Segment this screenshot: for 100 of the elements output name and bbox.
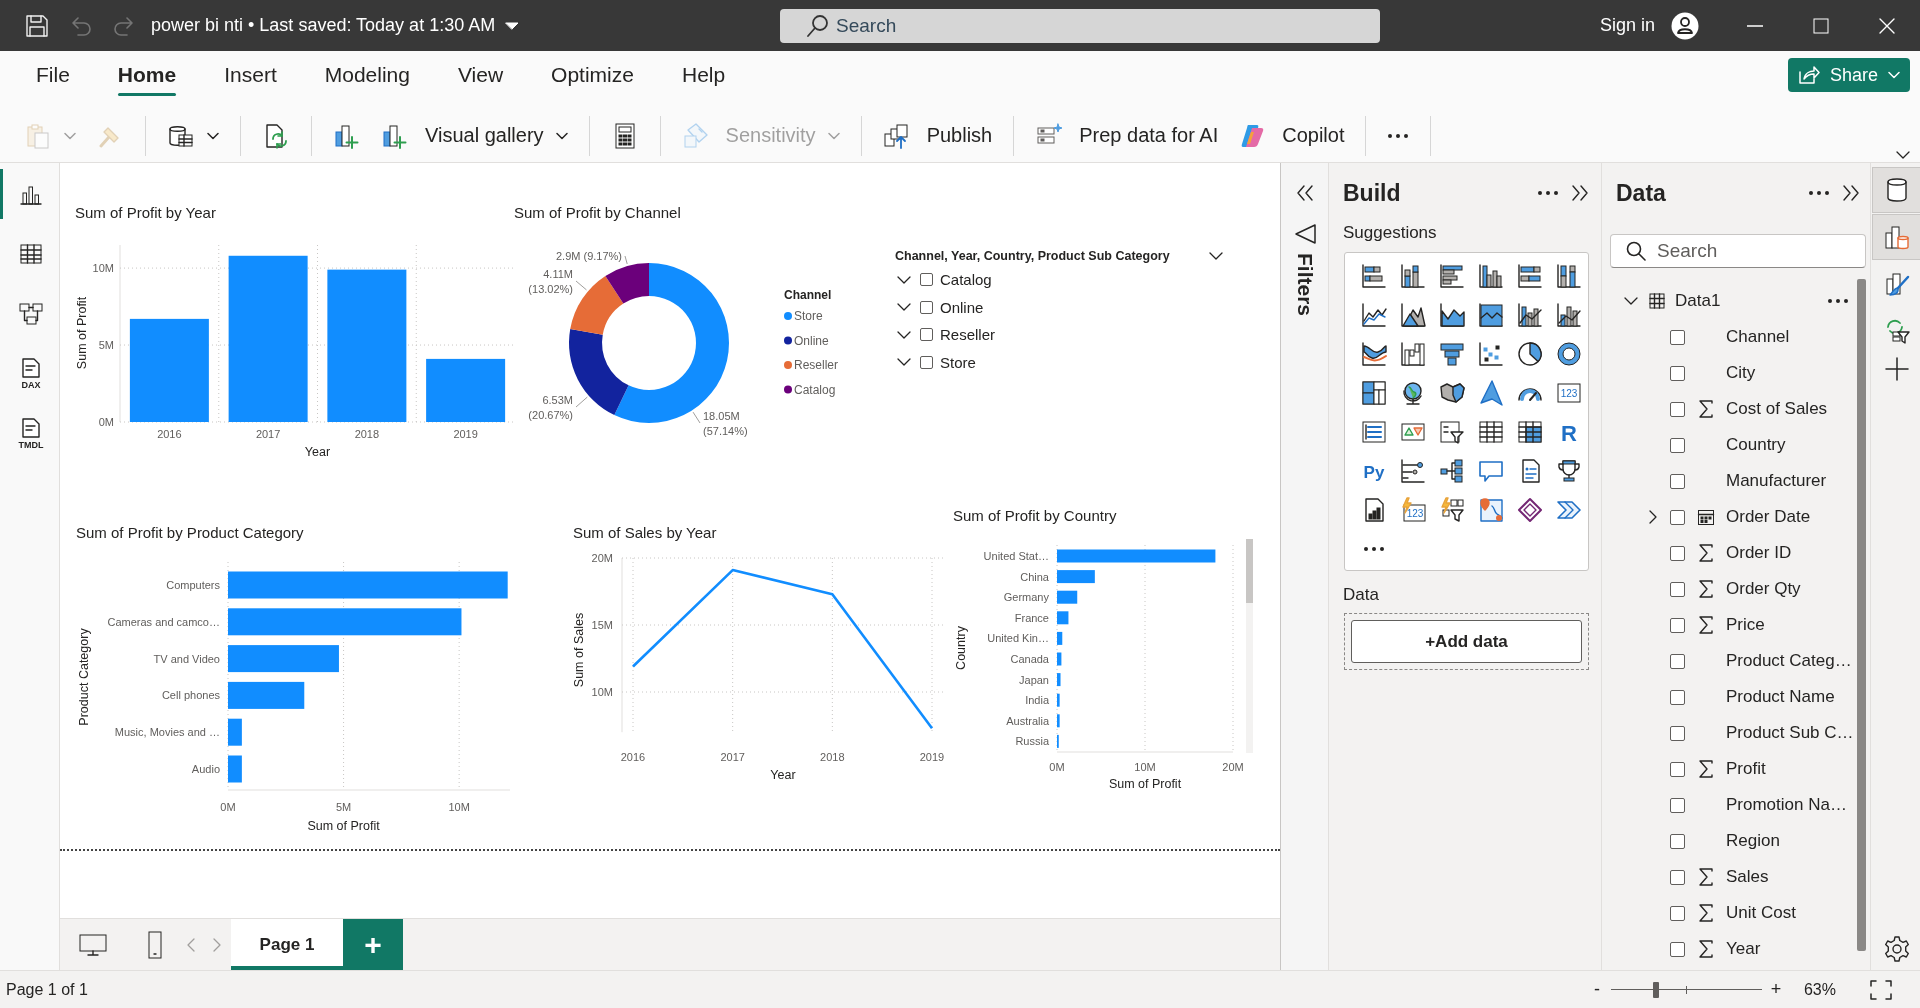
checkbox[interactable] xyxy=(1670,941,1685,957)
desktop-icon[interactable] xyxy=(78,932,108,957)
chevron-down-icon[interactable] xyxy=(1896,151,1910,159)
waterfall-chart-icon[interactable] xyxy=(1398,339,1427,368)
stacked-column-chart-icon[interactable] xyxy=(1398,261,1427,290)
zoom-out-button[interactable]: - xyxy=(1590,979,1603,1000)
checkbox[interactable] xyxy=(1670,869,1685,885)
checkbox[interactable] xyxy=(1670,545,1685,561)
phone-icon[interactable] xyxy=(145,930,165,959)
double-chevron-right-icon[interactable] xyxy=(1842,185,1860,201)
plus-icon[interactable] xyxy=(1884,357,1909,381)
donut-chart-icon[interactable] xyxy=(1554,339,1583,368)
stacked-column-chart-icon[interactable] xyxy=(1554,261,1583,290)
search-field[interactable]: Search xyxy=(1610,234,1866,268)
chevron-down-icon[interactable] xyxy=(897,303,911,312)
checkbox[interactable] xyxy=(1670,473,1685,489)
legend-label[interactable]: Store xyxy=(794,309,823,323)
clustered-column-chart-icon[interactable] xyxy=(1476,261,1505,290)
column-line-chart-icon[interactable] xyxy=(1515,300,1544,329)
field-name[interactable]: Manufacturer xyxy=(1726,471,1827,491)
chevron-down-icon[interactable] xyxy=(1209,252,1223,260)
field-name[interactable]: Unit Cost xyxy=(1726,903,1796,923)
checkbox[interactable] xyxy=(1670,653,1685,669)
checkbox[interactable] xyxy=(1670,761,1685,777)
checkbox[interactable] xyxy=(1670,725,1685,741)
area-chart-icon[interactable] xyxy=(1398,300,1427,329)
checkbox[interactable] xyxy=(920,273,933,287)
slider-thumb[interactable] xyxy=(1653,981,1660,998)
add-page-button[interactable]: + xyxy=(343,919,403,970)
area-chart-icon[interactable] xyxy=(1437,300,1466,329)
search-field[interactable]: Search xyxy=(780,8,1380,43)
python-script-icon[interactable]: Py xyxy=(1359,456,1388,485)
pie-chart-icon[interactable] xyxy=(1515,339,1544,368)
clustered-bar-chart-icon[interactable] xyxy=(1437,261,1466,290)
more-icon[interactable] xyxy=(1537,190,1559,196)
field-name[interactable]: Country xyxy=(1726,435,1786,455)
checkbox[interactable] xyxy=(1670,365,1685,381)
checkbox[interactable] xyxy=(920,300,933,314)
visual-gallery-button[interactable]: Visual gallery xyxy=(371,113,578,158)
legend-label[interactable]: Catalog xyxy=(794,382,836,397)
diamond-logo-icon[interactable] xyxy=(1515,495,1544,524)
filter-icon[interactable] xyxy=(1293,223,1316,245)
chevron-down-icon[interactable] xyxy=(897,358,911,367)
menu-tab[interactable]: Optimize xyxy=(527,51,658,99)
checkbox[interactable] xyxy=(1670,905,1685,921)
save-icon[interactable] xyxy=(24,12,50,39)
field-name[interactable]: Cost of Sales xyxy=(1726,399,1828,419)
legend-label[interactable]: Online xyxy=(794,333,829,348)
scatter-chart-icon[interactable] xyxy=(1476,339,1505,368)
line-chart-icon[interactable] xyxy=(1359,300,1388,329)
chevron-down-icon[interactable] xyxy=(897,330,911,339)
more-icon[interactable] xyxy=(1362,545,1385,552)
avatar-icon[interactable] xyxy=(1671,11,1699,40)
checkbox[interactable] xyxy=(1670,797,1685,813)
copilot-button[interactable]: Copilot xyxy=(1228,113,1355,158)
table-name[interactable]: Data1 xyxy=(1675,291,1721,311)
key-influencers-icon[interactable] xyxy=(1398,456,1427,485)
prep-data-button[interactable]: Prep data for AI xyxy=(1025,113,1229,158)
share-button[interactable]: Share xyxy=(1787,58,1910,92)
r-script-icon[interactable]: R xyxy=(1554,417,1583,446)
legend-label[interactable]: Reseller xyxy=(794,358,838,372)
ribbon-chart-icon[interactable] xyxy=(1359,339,1388,368)
checkbox[interactable] xyxy=(1670,833,1685,849)
field-name[interactable]: City xyxy=(1726,363,1756,383)
menu-tab[interactable]: View xyxy=(433,51,528,99)
checkbox[interactable] xyxy=(1670,689,1685,705)
double-chevron-left-icon[interactable] xyxy=(1295,185,1314,201)
scrollbar[interactable] xyxy=(1246,539,1253,753)
checkbox[interactable] xyxy=(920,328,933,342)
field-name[interactable]: Channel xyxy=(1726,327,1790,347)
field-name[interactable]: Product Name xyxy=(1726,687,1835,707)
stacked-bar-chart-icon[interactable] xyxy=(1515,261,1544,290)
filters-pane-label[interactable]: Filters xyxy=(1292,253,1317,317)
slicer-item-label[interactable]: Store xyxy=(940,353,976,371)
menu-tab[interactable]: Home xyxy=(93,51,201,99)
menu-tab[interactable]: Help xyxy=(657,51,750,99)
more-icon[interactable] xyxy=(1827,298,1849,304)
pane-toggle-button[interactable] xyxy=(1872,167,1920,213)
column-line-chart-icon[interactable] xyxy=(1554,300,1583,329)
slicer-item-label[interactable]: Online xyxy=(940,298,984,316)
fit-screen-icon[interactable] xyxy=(1870,979,1892,1000)
field-name[interactable]: Order Date xyxy=(1726,507,1811,527)
checkbox[interactable] xyxy=(920,355,933,369)
caret-icon[interactable] xyxy=(505,21,520,30)
field-name[interactable]: Order ID xyxy=(1726,543,1792,563)
sign-in-button[interactable]: Sign in xyxy=(1599,15,1655,36)
chevron-down-icon[interactable] xyxy=(897,275,911,284)
area-chart-icon[interactable] xyxy=(1476,300,1505,329)
checkbox[interactable] xyxy=(1670,581,1685,597)
field-name[interactable]: Product Sub C… xyxy=(1726,723,1854,743)
field-name[interactable]: Product Categ… xyxy=(1726,651,1852,671)
field-name[interactable]: Price xyxy=(1726,615,1765,635)
view-button[interactable]: DAX xyxy=(0,349,59,399)
field-name[interactable]: Order Qty xyxy=(1726,579,1801,599)
more-icon[interactable] xyxy=(1808,190,1830,196)
menu-tab[interactable]: File xyxy=(12,51,94,99)
checkbox[interactable] xyxy=(1670,509,1685,525)
slicer-item-label[interactable]: Reseller xyxy=(940,326,996,344)
checkbox[interactable] xyxy=(1670,329,1685,345)
view-button[interactable]: TMDL xyxy=(0,409,59,459)
